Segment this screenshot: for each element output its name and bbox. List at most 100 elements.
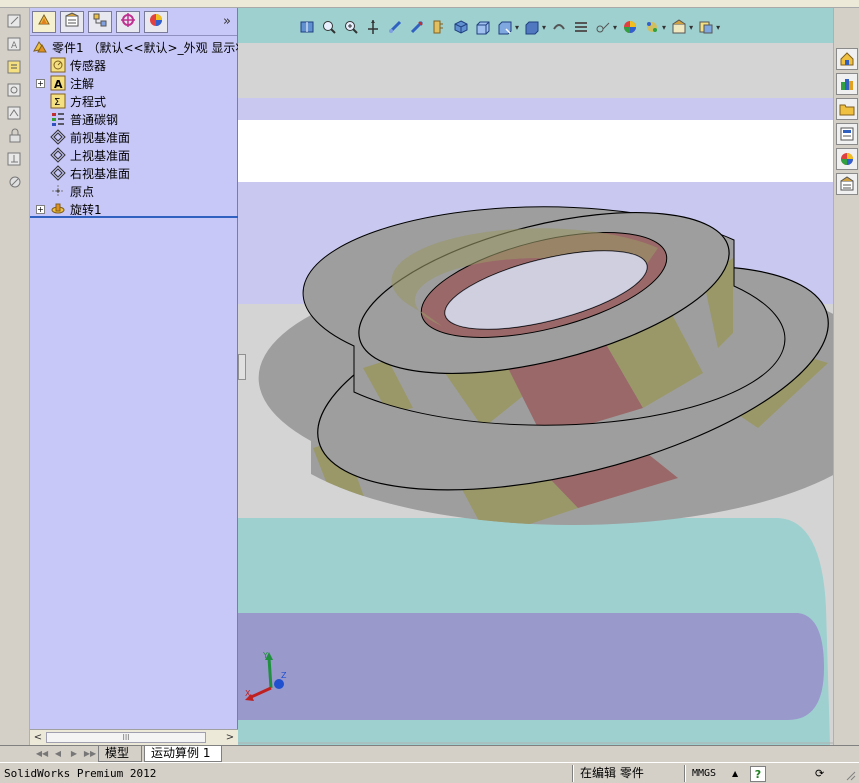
home-icon[interactable] bbox=[836, 48, 858, 70]
apply-scene-icon[interactable] bbox=[523, 17, 541, 37]
design-library-icon[interactable] bbox=[836, 73, 858, 95]
scroll-thumb[interactable]: III bbox=[46, 732, 206, 743]
chevron-down-icon[interactable]: ▾ bbox=[542, 23, 546, 32]
smart-dimension-icon[interactable]: A bbox=[3, 34, 27, 54]
chevron-down-icon[interactable]: ▾ bbox=[689, 23, 693, 32]
view-settings-icon[interactable] bbox=[572, 17, 590, 37]
section-view-icon[interactable] bbox=[386, 17, 404, 37]
sketch-icon[interactable] bbox=[3, 11, 27, 31]
configuration-manager-icon bbox=[92, 12, 108, 31]
previous-view-icon[interactable] bbox=[364, 17, 382, 37]
svg-text:Y: Y bbox=[262, 651, 268, 660]
appearance-icon[interactable] bbox=[550, 17, 568, 37]
hole-callout-icon[interactable] bbox=[3, 172, 27, 192]
tree-item-annotations[interactable]: + A 注解 bbox=[30, 74, 238, 92]
feature-manager-icon bbox=[36, 12, 52, 31]
rebuild-icon[interactable]: ⟳ bbox=[815, 765, 824, 782]
last-tab-button[interactable]: ▶▶ bbox=[82, 747, 98, 761]
help-icon[interactable]: ? bbox=[750, 766, 766, 782]
status-divider bbox=[684, 765, 686, 782]
plane-icon bbox=[50, 165, 66, 181]
datum-icon[interactable] bbox=[3, 149, 27, 169]
property-manager-tab[interactable] bbox=[60, 10, 84, 33]
tree-item-top-plane[interactable]: 上视基准面 bbox=[30, 146, 238, 164]
bottom-tab-bar: ◀◀ ◀ ▶ ▶▶ 模型 运动算例 1 bbox=[0, 745, 859, 762]
display-style-icon[interactable] bbox=[474, 17, 492, 37]
status-divider bbox=[572, 765, 574, 782]
first-tab-button[interactable]: ◀◀ bbox=[34, 747, 50, 761]
file-explorer-icon[interactable] bbox=[836, 98, 858, 120]
custom-properties-icon[interactable] bbox=[836, 173, 858, 195]
surface-finish-icon[interactable] bbox=[3, 103, 27, 123]
material-icon bbox=[50, 111, 66, 127]
scene-icon[interactable] bbox=[643, 17, 661, 37]
display-manager-tab[interactable] bbox=[144, 10, 168, 33]
hide-show-icon[interactable] bbox=[496, 17, 514, 37]
tree-item-front-plane[interactable]: 前视基准面 bbox=[30, 128, 238, 146]
tree-item-sensors[interactable]: 传感器 bbox=[30, 56, 238, 74]
zoom-to-area-icon[interactable] bbox=[342, 17, 360, 37]
left-toolbar: A bbox=[0, 8, 30, 745]
panel-splitter[interactable] bbox=[238, 354, 246, 380]
tree-item-origin[interactable]: 原点 bbox=[30, 182, 238, 200]
view-cube-icon[interactable] bbox=[452, 17, 470, 37]
tree-item-right-plane[interactable]: 右视基准面 bbox=[30, 164, 238, 182]
scroll-right-button[interactable]: > bbox=[223, 731, 237, 744]
expand-toggle[interactable]: + bbox=[36, 79, 45, 88]
sensor-icon bbox=[50, 57, 66, 73]
note-icon[interactable] bbox=[3, 57, 27, 77]
dimxpert-tab[interactable] bbox=[116, 10, 140, 33]
tree-root[interactable]: 零件1 （默认<<默认>_外观 显示状 bbox=[30, 38, 247, 56]
svg-text:X: X bbox=[245, 689, 251, 698]
ruler-icon[interactable] bbox=[430, 17, 448, 37]
next-tab-button[interactable]: ▶ bbox=[66, 747, 82, 761]
photoview-icon[interactable] bbox=[670, 17, 688, 37]
tab-motion-study[interactable]: 运动算例 1 bbox=[144, 746, 222, 762]
chevron-down-icon[interactable]: ▾ bbox=[716, 23, 720, 32]
dynamic-annotation-icon[interactable] bbox=[408, 17, 426, 37]
tab-model[interactable]: 模型 bbox=[98, 746, 142, 762]
render-tools-icon[interactable] bbox=[621, 17, 639, 37]
feature-tree: 零件1 （默认<<默认>_外观 显示状 传感器 + A 注解 Σ 方程式 普通碳… bbox=[30, 38, 247, 218]
solidworks-window: A » 零件1 （默认<<默认>_外观 显示状 传感器 + A 注解 Σ 方程式… bbox=[0, 0, 859, 783]
revolve-icon bbox=[50, 201, 66, 217]
tree-item-equations[interactable]: Σ 方程式 bbox=[30, 92, 238, 110]
coordinate-triad: Y X Z bbox=[245, 651, 287, 701]
configuration-manager-tab[interactable] bbox=[88, 10, 112, 33]
tree-root-label: 零件1 （默认<<默认>_外观 显示状 bbox=[52, 40, 248, 55]
chevron-down-icon[interactable]: ▾ bbox=[515, 23, 519, 32]
expand-toggle[interactable]: + bbox=[36, 205, 45, 214]
revolve-model[interactable] bbox=[238, 8, 833, 745]
options-icon[interactable] bbox=[697, 17, 715, 37]
origin-icon bbox=[50, 183, 66, 199]
appearances-icon[interactable] bbox=[836, 148, 858, 170]
scroll-left-button[interactable]: < bbox=[31, 731, 45, 744]
annotations-icon: A bbox=[50, 75, 66, 91]
display-manager-icon bbox=[148, 12, 164, 31]
resize-grip-icon[interactable] bbox=[844, 769, 856, 781]
feature-manager-panel: » 零件1 （默认<<默认>_外观 显示状 传感器 + A 注解 Σ 方程式 普 bbox=[30, 8, 247, 745]
tree-item-material[interactable]: 普通碳钢 bbox=[30, 110, 238, 128]
svg-text:A: A bbox=[11, 41, 18, 51]
heads-up-view-toolbar: ▾ ▾ ▾ ▾ ▾ ▾ bbox=[298, 16, 724, 38]
feature-tree-scrollbar[interactable]: < III > bbox=[30, 729, 238, 745]
view-palette-icon[interactable] bbox=[836, 123, 858, 145]
task-pane bbox=[833, 8, 859, 745]
chevron-down-icon[interactable]: ▾ bbox=[613, 23, 617, 32]
lock-icon[interactable] bbox=[3, 126, 27, 146]
units-menu-arrow[interactable]: ▲ bbox=[732, 765, 738, 782]
view-orientation-icon[interactable] bbox=[298, 17, 316, 37]
prev-tab-button[interactable]: ◀ bbox=[50, 747, 66, 761]
rollback-bar[interactable] bbox=[30, 216, 238, 218]
svg-text:Z: Z bbox=[281, 671, 287, 680]
fm-more-button[interactable]: » bbox=[223, 14, 231, 29]
chevron-down-icon[interactable]: ▾ bbox=[662, 23, 666, 32]
graphics-area[interactable]: Y X Z ▾ ▾ ▾ ▾ ▾ ▾ bbox=[238, 8, 833, 745]
unit-system[interactable]: MMGS bbox=[692, 765, 716, 782]
balloon-icon[interactable] bbox=[3, 80, 27, 100]
screen-capture-icon[interactable] bbox=[594, 17, 612, 37]
zoom-to-fit-icon[interactable] bbox=[320, 17, 338, 37]
svg-text:A: A bbox=[54, 78, 63, 91]
feature-manager-tab[interactable] bbox=[32, 10, 56, 33]
feature-manager-tabs bbox=[30, 8, 237, 36]
